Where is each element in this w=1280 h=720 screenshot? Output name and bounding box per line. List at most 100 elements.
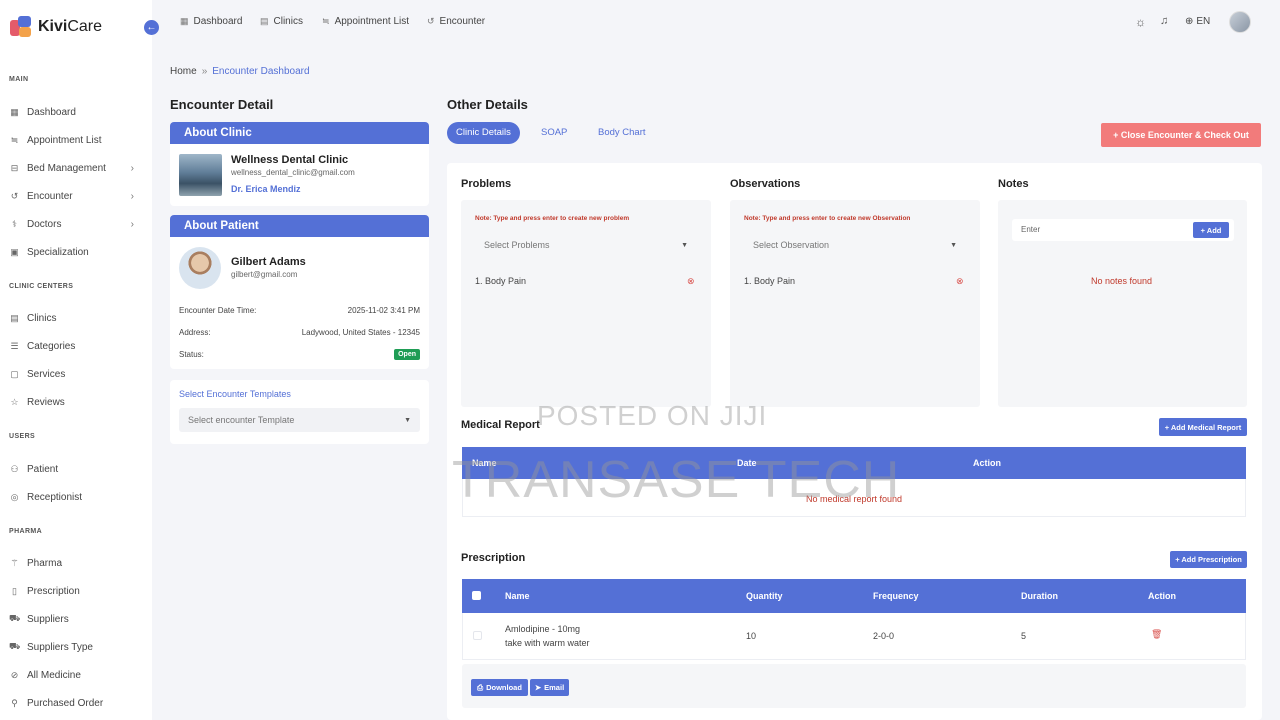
close-encounter-button[interactable]: + Close Encounter & Check Out xyxy=(1101,123,1261,147)
sidebar-item-bed-management[interactable]: ⊟ Bed Management › xyxy=(9,160,134,176)
clinic-email: wellness_dental_clinic@gmail.com xyxy=(231,168,355,177)
topnav-clinics[interactable]: ▤ Clinics xyxy=(260,16,303,27)
sidebar-item-purchased-order[interactable]: ⚲ Purchased Order xyxy=(9,695,134,711)
problems-select[interactable]: Select Problems ▼ xyxy=(475,234,697,256)
sidebar-item-label: Suppliers xyxy=(27,613,69,625)
observations-placeholder: Select Observation xyxy=(753,240,830,250)
bell-icon: ♫ xyxy=(1160,15,1169,27)
sidebar-item-label: Purchased Order xyxy=(27,697,104,709)
column-quantity: Quantity xyxy=(746,591,783,601)
observations-title: Observations xyxy=(730,178,801,190)
sidebar-item-label: Encounter xyxy=(27,190,73,202)
row-checkbox[interactable] xyxy=(473,631,482,640)
about-patient-header: About Patient xyxy=(170,215,429,237)
email-label: Email xyxy=(544,683,565,692)
encounter-date-row: Encounter Date Time: 2025-11-02 3:41 PM xyxy=(179,306,420,315)
categories-icon: ☰ xyxy=(10,340,19,351)
sidebar-item-appointment-list[interactable]: ≒ Appointment List xyxy=(9,132,134,148)
notes-empty-message: No notes found xyxy=(1091,276,1153,286)
email-button[interactable]: ➤ Email xyxy=(530,679,569,696)
suppliers-icon: ⛟ xyxy=(9,613,21,623)
status-badge: Open xyxy=(394,349,420,360)
other-details-title: Other Details xyxy=(447,97,528,112)
sidebar-item-doctors[interactable]: ⚕ Doctors › xyxy=(9,216,134,232)
tab-body-chart[interactable]: Body Chart xyxy=(589,122,655,144)
sidebar-item-patient[interactable]: ⚇ Patient xyxy=(9,461,134,477)
sidebar-item-pharma[interactable]: ⚚ Pharma xyxy=(9,555,134,571)
services-icon: ▢ xyxy=(10,368,19,379)
select-all-checkbox[interactable] xyxy=(472,591,481,600)
sidebar-item-specialization[interactable]: ▣ Specialization xyxy=(9,244,134,260)
date-value: 2025-11-02 3:41 PM xyxy=(347,306,420,315)
clinic-name: Wellness Dental Clinic xyxy=(231,154,349,166)
sidebar-item-label: Pharma xyxy=(27,557,63,569)
remove-circle-icon[interactable]: ⊗ xyxy=(687,276,695,287)
observations-select[interactable]: Select Observation ▼ xyxy=(744,234,966,256)
sidebar-item-dashboard[interactable]: ▦ Dashboard xyxy=(9,104,134,120)
sidebar-item-label: Appointment List xyxy=(27,134,102,146)
sidebar-item-all-medicine[interactable]: ⊘ All Medicine xyxy=(9,667,134,683)
sidebar-item-reviews[interactable]: ☆ Reviews xyxy=(9,394,134,410)
topnav-label: Appointment List xyxy=(334,16,410,27)
add-medical-report-button[interactable]: + Add Medical Report xyxy=(1159,418,1247,436)
double-chevron-icon: » xyxy=(201,66,208,77)
notifications-button[interactable]: ♫ xyxy=(1160,15,1168,27)
template-select[interactable]: Select encounter Template ▼ xyxy=(179,408,420,432)
sidebar-item-label: Prescription xyxy=(27,585,80,597)
sidebar-item-label: All Medicine xyxy=(27,669,81,681)
topnav-dashboard[interactable]: ▦ Dashboard xyxy=(180,16,242,27)
arrow-left-icon: ← xyxy=(146,22,157,33)
address-value: Ladywood, United States - 12345 xyxy=(301,328,420,337)
section-main: MAIN xyxy=(9,76,29,83)
sidebar-item-categories[interactable]: ☰ Categories xyxy=(9,338,134,354)
breadcrumb-home[interactable]: Home xyxy=(170,66,197,77)
download-icon: ⎙ xyxy=(477,682,484,692)
bed-icon: ⊟ xyxy=(10,162,19,173)
sidebar-item-label: Suppliers Type xyxy=(27,641,93,653)
doctor-name-link[interactable]: Dr. Erica Mendiz xyxy=(231,184,301,194)
caret-down-icon: ▼ xyxy=(950,241,957,249)
history-icon: ↺ xyxy=(427,16,435,26)
watermark-line-2: TRANSASE TECH xyxy=(452,451,901,509)
tab-clinic-details[interactable]: Clinic Details xyxy=(447,122,520,144)
sidebar-item-label: Dashboard xyxy=(27,106,76,118)
download-button[interactable]: ⎙ Download xyxy=(471,679,528,696)
remove-circle-icon[interactable]: ⊗ xyxy=(956,276,964,287)
sidebar-item-prescription[interactable]: ▯ Prescription xyxy=(9,583,134,599)
user-menu[interactable] xyxy=(1229,11,1251,33)
patient-email: gilbert@gmail.com xyxy=(231,270,298,279)
brand-logo[interactable]: KiviCare xyxy=(10,16,102,38)
trash-icon[interactable]: 🗑 xyxy=(1151,629,1162,640)
encounter-templates-card: Select Encounter Templates Select encoun… xyxy=(170,380,429,444)
medical-report-title: Medical Report xyxy=(461,419,540,431)
notes-title: Notes xyxy=(998,178,1029,190)
about-patient-card: About Patient Gilbert Adams gilbert@gmai… xyxy=(170,215,429,369)
table-row: Amlodipine - 10mg take with warm water 1… xyxy=(462,613,1246,660)
collapse-sidebar-button[interactable]: ← xyxy=(144,20,159,35)
sidebar-item-clinics[interactable]: ▤ Clinics xyxy=(9,310,134,326)
download-label: Download xyxy=(486,683,522,692)
problems-note: Note: Type and press enter to create new… xyxy=(475,215,630,222)
sidebar-item-suppliers[interactable]: ⛟ Suppliers xyxy=(9,611,134,627)
globe-icon: ⊕ xyxy=(1185,16,1194,27)
topnav-appointment-list[interactable]: ≒ Appointment List xyxy=(322,16,409,27)
caret-down-icon: ▼ xyxy=(681,241,688,249)
column-action: Action xyxy=(1148,591,1176,601)
sidebar-item-encounter[interactable]: ↺ Encounter › xyxy=(9,188,134,204)
chevron-right-icon: › xyxy=(130,190,134,202)
sidebar-item-services[interactable]: ▢ Services xyxy=(9,366,134,382)
add-note-button[interactable]: + Add xyxy=(1193,222,1229,238)
section-users: USERS xyxy=(9,433,36,440)
sidebar-item-suppliers-type[interactable]: ⛟ Suppliers Type xyxy=(9,639,134,655)
topnav-encounter[interactable]: ↺ Encounter xyxy=(427,16,485,27)
watermark-line-1: POSTED ON JIJI xyxy=(537,400,768,431)
tab-soap[interactable]: SOAP xyxy=(532,122,576,144)
sidebar-item-label: Clinics xyxy=(27,312,57,324)
prescription-table-header: Name Quantity Frequency Duration Action xyxy=(462,579,1246,613)
section-clinic-centers: CLINIC CENTERS xyxy=(9,283,74,290)
theme-toggle[interactable]: ☼ xyxy=(1135,15,1146,29)
breadcrumb-current: Encounter Dashboard xyxy=(212,66,310,77)
sidebar-item-receptionist[interactable]: ◎ Receptionist xyxy=(9,489,134,505)
add-prescription-button[interactable]: + Add Prescription xyxy=(1170,551,1247,568)
language-selector[interactable]: ⊕ EN xyxy=(1185,16,1210,27)
